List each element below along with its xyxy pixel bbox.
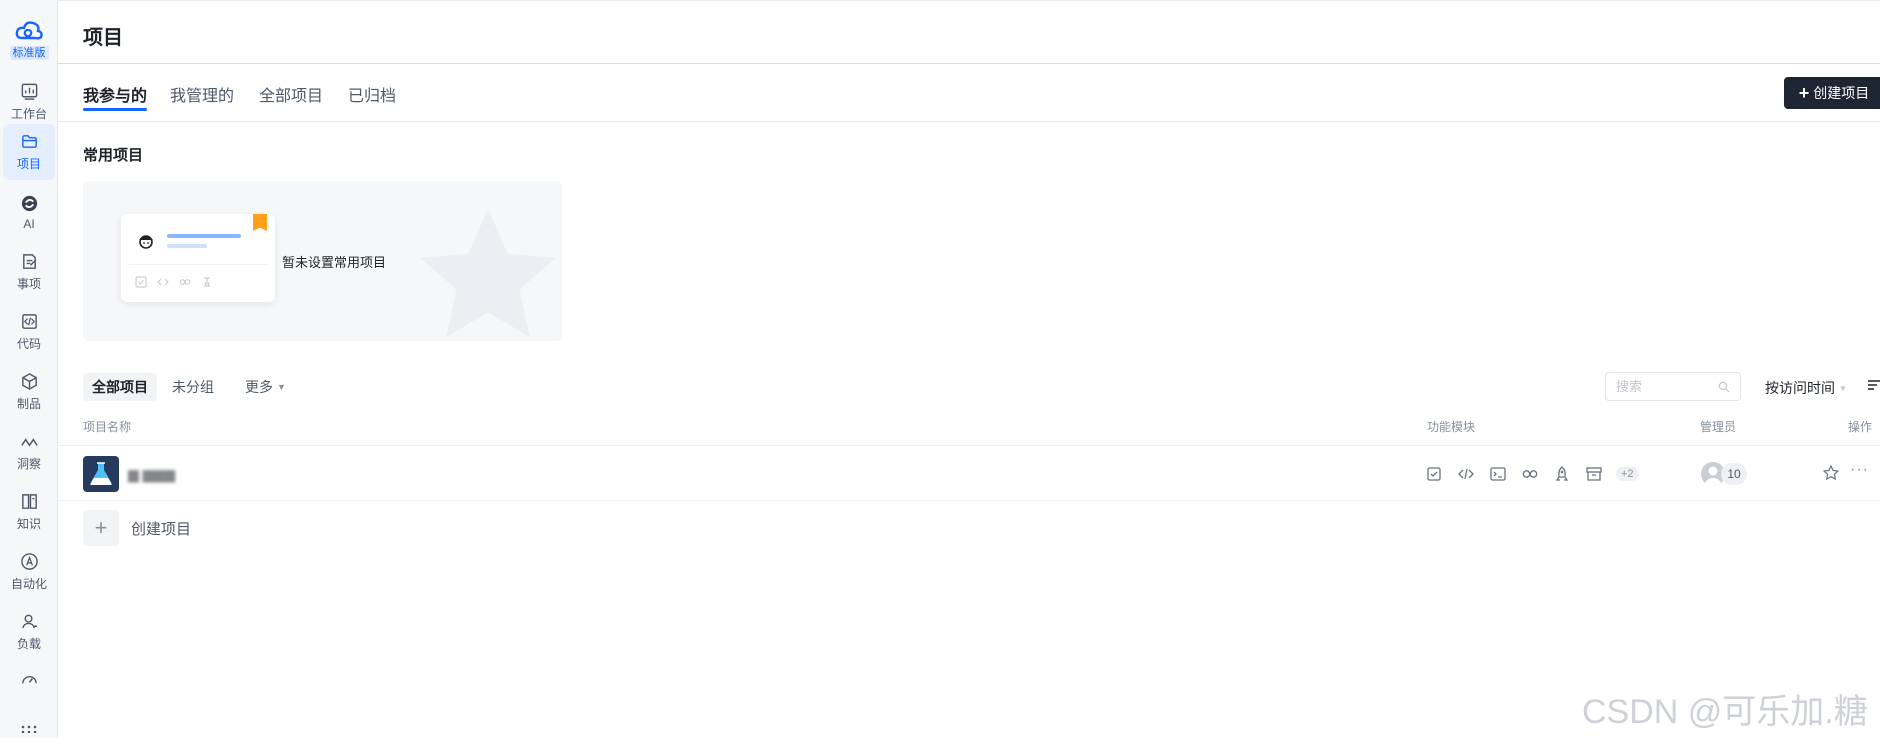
code-icon — [157, 278, 169, 286]
edition-badge: 标准版 — [9, 46, 49, 60]
project-tabs: 我参与的 我管理的 全部项目 已归档 + 创建项目 — [58, 64, 1880, 122]
placeholder-module-icons — [135, 276, 213, 288]
sidebar-item-projects[interactable]: 项目 — [3, 124, 55, 180]
frequent-projects-title: 常用项目 — [83, 147, 144, 164]
column-header-admin: 管理员 — [1700, 420, 1737, 434]
cloud-logo-icon — [15, 21, 43, 40]
active-tab-indicator — [83, 108, 147, 111]
empty-frequent-text: 暂未设置常用项目 — [282, 255, 387, 270]
pipeline-icon[interactable] — [1520, 464, 1540, 484]
placeholder-line — [167, 234, 241, 238]
sidebar: 标准版 工作台 项目 AI 事项 代码 制品 洞察 知识 自动化 负载 — [0, 0, 58, 738]
search-icon — [1718, 381, 1730, 392]
column-header-modules: 功能模块 — [1427, 420, 1476, 434]
check-icon[interactable] — [1424, 464, 1444, 484]
page-title: 项目 — [83, 27, 123, 49]
sidebar-item-label: 知识 — [16, 517, 41, 531]
pipeline-icon — [179, 279, 191, 285]
divider — [129, 264, 267, 265]
sidebar-item-automation[interactable]: 自动化 — [3, 544, 55, 600]
table-row[interactable]: ▆ ▆▆▆ +2 10 ··· — [58, 445, 1880, 501]
code-icon — [21, 314, 37, 329]
filter-more-label: 更多 — [245, 379, 273, 395]
watermark: CSDN @可乐加.糖 — [1582, 693, 1868, 731]
sidebar-item-label: 自动化 — [10, 577, 47, 591]
sidebar-item-label: 洞察 — [16, 457, 41, 471]
app-logo[interactable]: 标准版 — [8, 18, 50, 66]
admin-avatars[interactable]: 10 — [1701, 462, 1747, 486]
avatar-icon — [139, 235, 153, 249]
sidebar-item-insight[interactable]: 洞察 — [3, 424, 55, 480]
sidebar-item-workload[interactable]: 负载 — [3, 604, 55, 660]
bookmark-icon — [253, 214, 267, 231]
sidebar-item-code[interactable]: 代码 — [3, 304, 55, 360]
list-view-icon[interactable] — [1868, 379, 1880, 391]
search-box[interactable] — [1605, 372, 1741, 401]
package-icon — [21, 373, 37, 390]
sidebar-item-label: 制品 — [16, 397, 41, 411]
user-load-icon — [21, 614, 37, 629]
code-icon[interactable] — [1456, 464, 1476, 484]
book-icon — [21, 494, 37, 509]
rocket-icon[interactable] — [1552, 464, 1572, 484]
insight-icon — [20, 438, 38, 447]
column-header-actions: 操作 — [1848, 420, 1873, 434]
sidebar-item-label: 代码 — [16, 337, 41, 351]
add-project-row[interactable]: + 创建项目 — [83, 510, 191, 546]
sidebar-item-artifacts[interactable]: 制品 — [3, 364, 55, 420]
create-project-label: 创建项目 — [1813, 85, 1870, 101]
page-header: 项目 — [58, 0, 1880, 64]
add-project-label: 创建项目 — [131, 520, 192, 538]
sidebar-item-ai[interactable]: AI — [3, 184, 55, 240]
module-icons: +2 — [1424, 464, 1639, 484]
sidebar-item-workbench[interactable]: 工作台 — [3, 74, 55, 130]
filter-ungrouped[interactable]: 未分组 — [163, 373, 223, 401]
deploy-icon — [204, 277, 210, 287]
chevron-down-icon: ▼ — [1839, 383, 1847, 393]
terminal-icon[interactable] — [1488, 464, 1508, 484]
star-watermark-icon — [420, 208, 556, 338]
sort-dropdown[interactable]: 按访问时间 ▼ — [1765, 378, 1847, 398]
plus-icon: + — [1798, 83, 1810, 103]
sidebar-item-tasks[interactable]: 事项 — [3, 244, 55, 300]
sidebar-item-label: AI — [23, 216, 35, 231]
sidebar-item-label: 事项 — [16, 277, 41, 291]
filter-all-projects[interactable]: 全部项目 — [83, 373, 157, 401]
check-icon — [135, 276, 147, 288]
project-name[interactable]: ▆ ▆▆▆ — [128, 466, 175, 483]
sort-label: 按访问时间 — [1765, 380, 1835, 396]
filter-more-dropdown[interactable]: 更多 ▼ — [236, 373, 295, 401]
star-icon[interactable] — [1822, 464, 1840, 482]
gauge-icon — [21, 675, 37, 684]
sidebar-item-label: 负载 — [16, 637, 41, 651]
create-project-button[interactable]: + 创建项目 — [1784, 77, 1880, 109]
apps-grid-icon[interactable] — [16, 722, 42, 736]
plus-icon: + — [83, 510, 119, 546]
tab-archived[interactable]: 已归档 — [348, 82, 396, 106]
placeholder-card-illustration — [121, 214, 275, 302]
tab-participated[interactable]: 我参与的 — [83, 82, 147, 106]
tab-managed[interactable]: 我管理的 — [170, 82, 234, 106]
chevron-down-icon: ▼ — [277, 382, 286, 392]
more-actions-icon[interactable]: ··· — [1850, 461, 1869, 479]
dashboard-icon — [21, 83, 37, 100]
placeholder-line — [167, 244, 207, 248]
automation-icon — [20, 553, 38, 570]
ai-icon — [21, 195, 37, 211]
project-icon — [83, 456, 119, 492]
sidebar-item-knowledge[interactable]: 知识 — [3, 484, 55, 540]
tab-all-projects[interactable]: 全部项目 — [259, 82, 323, 106]
admin-count-badge: 10 — [1721, 463, 1747, 485]
column-header-name: 项目名称 — [83, 420, 132, 434]
folder-icon — [21, 135, 37, 148]
task-icon — [22, 254, 36, 269]
sidebar-item-label: 工作台 — [10, 107, 47, 121]
sidebar-item-gauge[interactable] — [3, 664, 55, 708]
archive-icon[interactable] — [1584, 464, 1604, 484]
search-input[interactable] — [1616, 379, 1706, 394]
sidebar-item-label: 项目 — [16, 157, 41, 171]
more-modules-badge[interactable]: +2 — [1616, 467, 1639, 481]
